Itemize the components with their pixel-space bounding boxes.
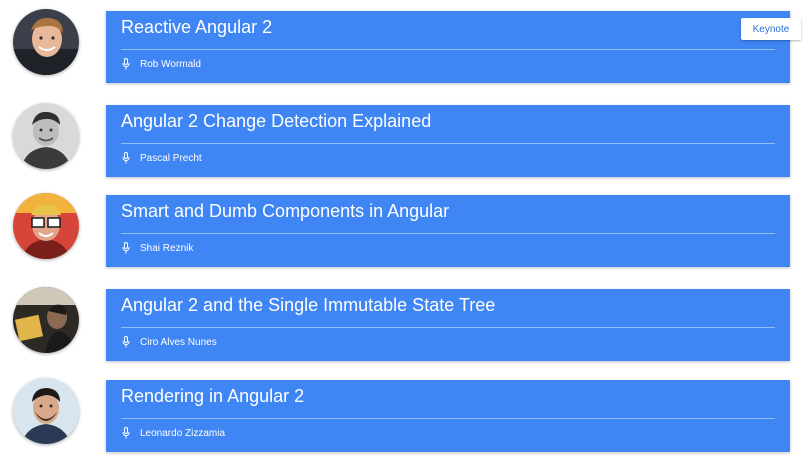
talk-schedule: Reactive Angular 2 Rob Wormald Keynote A… <box>0 0 809 465</box>
speaker-avatar <box>13 103 79 169</box>
talk-card[interactable]: Angular 2 Change Detection Explained Pas… <box>106 105 790 177</box>
talk-speaker: Pascal Precht <box>121 151 202 165</box>
talk-card[interactable]: Smart and Dumb Components in Angular Sha… <box>106 195 790 267</box>
talk-card[interactable]: Reactive Angular 2 Rob Wormald <box>106 11 790 83</box>
speaker-name: Leonardo Zizzamia <box>140 427 226 439</box>
card-divider <box>121 49 775 50</box>
talk-speaker: Rob Wormald <box>121 57 201 71</box>
talk-card[interactable]: Rendering in Angular 2 Leonardo Zizzamia <box>106 380 790 452</box>
card-divider <box>121 418 775 419</box>
speaker-avatar <box>13 378 79 444</box>
card-divider <box>121 327 775 328</box>
talk-speaker: Shai Reznik <box>121 241 193 255</box>
microphone-icon <box>122 336 130 348</box>
card-divider <box>121 143 775 144</box>
talk-title: Reactive Angular 2 <box>121 17 273 37</box>
speaker-name: Shai Reznik <box>140 242 194 254</box>
keynote-badge: Keynote <box>741 18 801 40</box>
talk-title: Angular 2 Change Detection Explained <box>121 111 432 131</box>
talk-card[interactable]: Angular 2 and the Single Immutable State… <box>106 289 790 361</box>
talk-title: Rendering in Angular 2 <box>121 386 305 406</box>
talk-title: Smart and Dumb Components in Angular <box>121 201 450 221</box>
speaker-name: Rob Wormald <box>140 58 201 70</box>
speaker-name: Pascal Precht <box>140 152 202 164</box>
speaker-avatar <box>13 9 79 75</box>
speaker-avatar <box>13 193 79 259</box>
microphone-icon <box>122 58 130 70</box>
speaker-name: Ciro Alves Nunes <box>140 336 217 348</box>
speaker-avatar <box>13 287 79 353</box>
microphone-icon <box>122 152 130 164</box>
talk-title: Angular 2 and the Single Immutable State… <box>121 295 496 315</box>
microphone-icon <box>122 427 130 439</box>
talk-speaker: Leonardo Zizzamia <box>121 426 225 440</box>
talk-speaker: Ciro Alves Nunes <box>121 335 217 349</box>
card-divider <box>121 233 775 234</box>
microphone-icon <box>122 242 130 254</box>
